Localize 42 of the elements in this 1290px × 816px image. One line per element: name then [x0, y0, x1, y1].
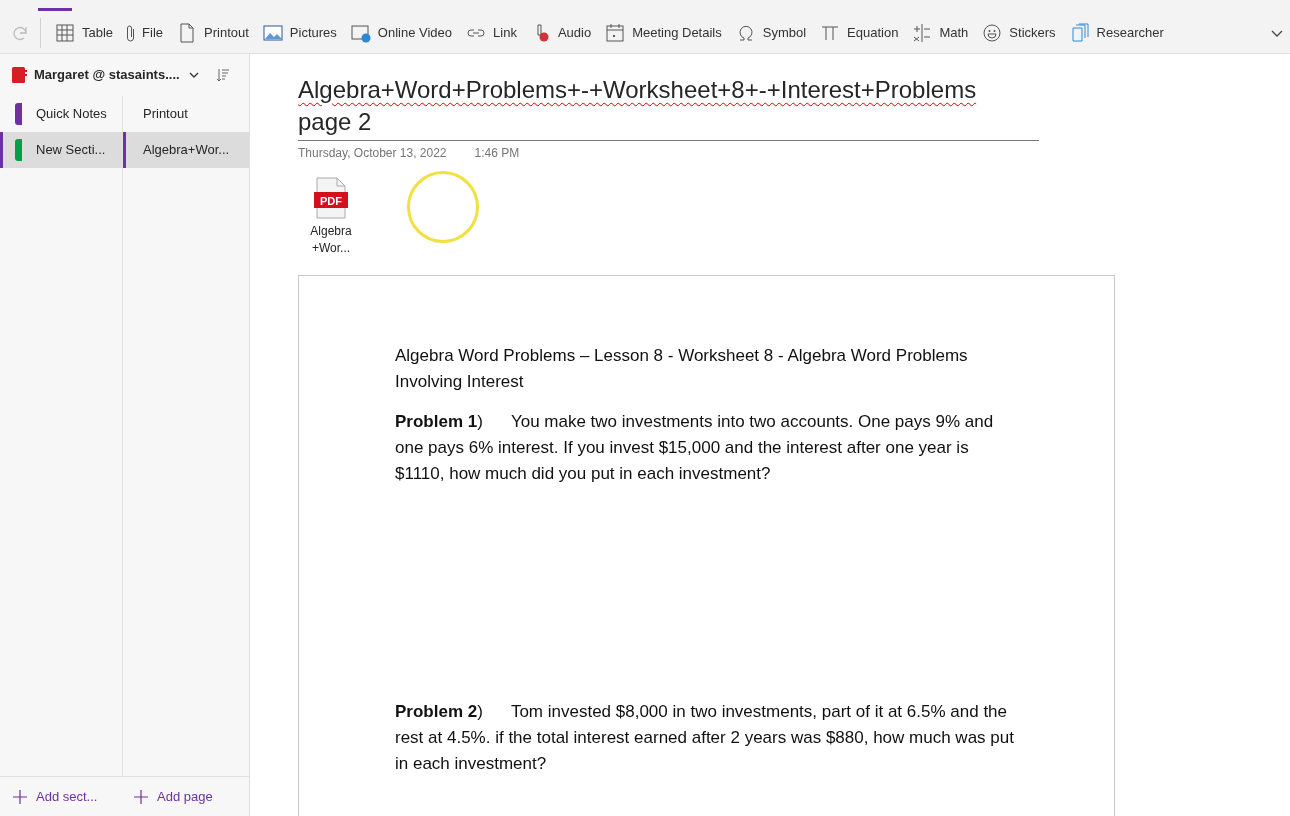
problem-text: Problem 1) You make two investments into two accounts. One pays 9% and one pays 6% interest. If you invest $15,000 and the interest after one year is $1110, how much did you put in each investment? [395, 411, 995, 485]
page-date: Thursday, October 13, 2022 [298, 145, 447, 162]
pages-icon [1069, 22, 1090, 43]
sort-icon[interactable] [215, 67, 231, 83]
toolbar-button[interactable]: Link [462, 16, 521, 49]
toolbar-button[interactable]: Symbol [731, 16, 811, 49]
toolbar-button[interactable]: Math [908, 16, 973, 49]
plus-icon [12, 788, 28, 805]
worksheet-heading: Algebra Word Problems – Lesson 8 - Worksheet 8 - Algebra Word Problems Involving Interest [395, 345, 969, 393]
image-icon [262, 22, 283, 43]
toolbar-button[interactable]: Pictures [258, 16, 341, 49]
page-tab[interactable]: Printout [123, 96, 249, 132]
toolbar-button[interactable]: Audio [526, 16, 596, 49]
toolbar-button[interactable]: Table [51, 16, 118, 49]
pdf-attachment[interactable]: PDF Algebra +Wor... [298, 177, 364, 257]
page-time: 1:46 PM [474, 145, 520, 162]
problem-text: Problem 2) Tom invested $8,000 in two investments, part of it at 6.5% and the rest at 4.5%. if the total interest earned after 2 years was $880, how much was put in each investment? [395, 701, 1014, 775]
add-page-button[interactable]: Add page [123, 777, 213, 816]
section-tab[interactable]: Quick Notes [0, 96, 122, 132]
toolbar-button[interactable]: Online Video [346, 16, 457, 49]
page-title[interactable]: Algebra+Word+Problems+-+Worksheet+8+-+Interest+Problems page 2 [298, 74, 1039, 138]
math-icon [912, 22, 933, 43]
table-icon [55, 22, 75, 43]
pdf-icon: PDF [313, 177, 349, 219]
toolbar-button[interactable]: Stickers [978, 16, 1060, 49]
notebook-selector[interactable]: Margaret @ stasaints.... [34, 65, 200, 85]
smiley-icon [982, 22, 1003, 43]
plus-icon [133, 788, 149, 805]
notebook-icon [10, 66, 28, 84]
cursor-highlight [407, 171, 479, 243]
toolbar-button[interactable]: Researcher [1065, 16, 1168, 49]
active-tab-indicator [38, 8, 72, 11]
paperclip-icon [127, 22, 136, 43]
toolbar-button[interactable]: Meeting Details [601, 16, 726, 49]
video-icon [350, 22, 371, 43]
toolbar-button[interactable]: File [123, 16, 168, 49]
calendar-icon [605, 22, 626, 43]
add-section-button[interactable]: Add sect... [0, 777, 123, 816]
toolbar-button[interactable]: Printout [173, 16, 253, 49]
page-tab[interactable]: Algebra+Wor... [123, 132, 249, 168]
section-tab[interactable]: New Secti... [0, 132, 122, 168]
toolbar-button[interactable]: Equation [816, 16, 903, 49]
